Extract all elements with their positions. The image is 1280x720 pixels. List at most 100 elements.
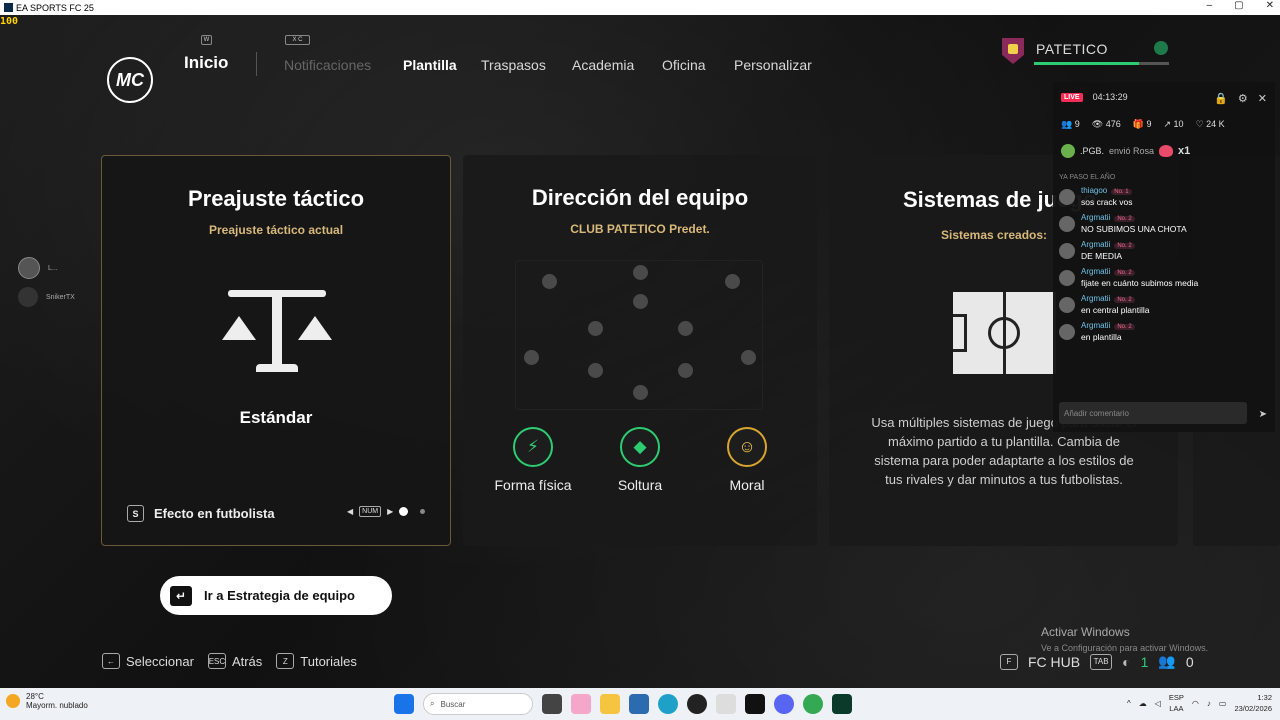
team-management-card[interactable]: Dirección del equipo CLUB PATETICO Prede…	[463, 155, 817, 546]
chat-message: Argmatii No. 2 NO SUBIMOS UNA CHOTA	[1059, 212, 1269, 234]
fc-hub-button[interactable]: FC HUB	[1028, 654, 1080, 670]
comment-input[interactable]: Añadir comentario	[1059, 402, 1247, 424]
club-crest-icon	[1002, 38, 1024, 64]
window-title: EA SPORTS FC 25	[16, 2, 94, 13]
tiktok-live-overlay: LIVE 04:13:29 🔒 ⚙ ✕ 👥 9 👁 476 🎁 9 ↗ 10 ♡…	[1053, 82, 1275, 432]
back-hint[interactable]: ESC Atrás	[207, 653, 262, 669]
friend-item[interactable]: SnikerTX	[18, 287, 75, 307]
friend-name: L...	[48, 264, 58, 272]
friend-name: SnikerTX	[46, 293, 75, 301]
hub-bar: F FC HUB TAB ◐ 1 👥 0	[1000, 653, 1194, 670]
player-effect-button[interactable]: S Efecto en futbolista	[127, 505, 275, 522]
maximize-button[interactable]: ▢	[1234, 0, 1243, 11]
player-dot	[633, 294, 648, 309]
copilot-icon[interactable]	[571, 694, 591, 714]
stat-label: Soltura	[617, 477, 663, 493]
player-dot	[633, 385, 648, 400]
tab-plantilla[interactable]: Plantilla	[403, 57, 457, 73]
nav-key-notificaciones: X C	[285, 35, 310, 45]
weather-icon	[6, 694, 20, 708]
gift-text: envió Rosa	[1109, 146, 1155, 156]
chat-message: Argmatii No. 2 en central plantilla	[1059, 293, 1269, 315]
avatar	[1059, 324, 1075, 340]
tab-oficina[interactable]: Oficina	[662, 57, 706, 73]
search-icon: ⌕	[430, 699, 435, 708]
chevron-left-icon: ◀	[347, 507, 354, 516]
key-hint: S	[127, 505, 144, 522]
speaker-icon[interactable]: ◁	[1155, 699, 1161, 708]
cloud-icon[interactable]: ☁	[1139, 699, 1147, 708]
profile-panel[interactable]: PATETICO	[1002, 35, 1172, 80]
wifi-icon[interactable]: ◠	[1192, 699, 1199, 708]
player-dot	[588, 321, 603, 336]
tab-traspasos[interactable]: Traspasos	[481, 57, 546, 73]
discord-icon[interactable]	[774, 694, 794, 714]
card-title: Dirección del equipo	[531, 185, 749, 210]
stat-label: Forma física	[494, 477, 572, 493]
steam-icon[interactable]	[687, 694, 707, 714]
share-icon: ↗	[1163, 119, 1172, 129]
tactic-preset-card[interactable]: Preajuste táctico Preajuste táctico actu…	[101, 155, 451, 546]
close-button[interactable]: ✕	[1266, 0, 1274, 11]
tutorials-hint[interactable]: Z Tutoriales	[276, 653, 357, 669]
tab-inicio[interactable]: Inicio	[184, 53, 228, 73]
tab-personalizar[interactable]: Personalizar	[734, 57, 812, 73]
tab-notificaciones[interactable]: Notificaciones	[284, 57, 371, 73]
logo: MC	[107, 57, 153, 103]
xp-progress-bar	[1034, 62, 1139, 65]
select-hint[interactable]: ← Seleccionar	[102, 653, 194, 669]
language-indicator[interactable]: ESP LAA	[1169, 692, 1184, 714]
tab-academia[interactable]: Academia	[572, 57, 634, 73]
close-icon[interactable]: ✕	[1258, 92, 1267, 105]
store-icon[interactable]	[629, 694, 649, 714]
app-icon	[4, 3, 13, 12]
effect-label: Efecto en futbolista	[154, 506, 275, 521]
key-hint: Z	[276, 653, 295, 669]
gifts-stat: 🎁 9	[1132, 119, 1152, 129]
gift-user: .PGB.	[1080, 146, 1105, 156]
enter-key-icon: ←	[102, 653, 120, 669]
gear-icon[interactable]: ⚙	[1238, 92, 1248, 105]
chrome-icon[interactable]	[803, 694, 823, 714]
t-app-icon[interactable]	[716, 694, 736, 714]
chevron-up-icon[interactable]: ^	[1127, 699, 1131, 708]
clock[interactable]: 1:32 23/02/2026	[1234, 692, 1272, 714]
avatar	[1059, 270, 1075, 286]
windows-activation-text: Ve a Configuración para activar Windows.	[1041, 643, 1209, 653]
lock-icon[interactable]: 🔒	[1214, 92, 1228, 105]
file-explorer-icon[interactable]	[600, 694, 620, 714]
friends-icon: 👥	[1158, 653, 1176, 669]
controls-bar: ← Seleccionar ESC Atrás Z Tutoriales	[102, 653, 357, 669]
battery-icon[interactable]: ▭	[1219, 699, 1227, 708]
taskbar-search[interactable]: ⌕ Buscar	[423, 693, 533, 715]
fc25-icon[interactable]	[832, 694, 852, 714]
send-icon[interactable]: ➤	[1259, 409, 1267, 420]
friend-item[interactable]: L...	[18, 257, 75, 279]
nav-divider	[256, 52, 257, 76]
window-titlebar: EA SPORTS FC 25 – ▢ ✕	[0, 0, 1280, 15]
card-pager[interactable]: ◀ NUM ▶	[347, 506, 426, 517]
page-dot-active	[399, 507, 409, 516]
live-header: LIVE 04:13:29	[1061, 92, 1128, 102]
weather-widget[interactable]: 28°C Mayorm. nublado	[6, 692, 88, 710]
formation-pitch	[515, 260, 763, 410]
friends-count: 0	[1185, 653, 1194, 670]
windows-start-icon[interactable]	[394, 694, 414, 714]
rose-icon	[1159, 145, 1174, 157]
controller-icon: ◐	[1122, 653, 1131, 670]
task-view-icon[interactable]	[542, 694, 562, 714]
temperature: 28°C	[26, 692, 44, 701]
hint-label: Tutoriales	[300, 653, 357, 669]
system-tray: ^ ☁ ◁ ESP LAA ◠ ♪ ▭ 1:32 23/02/2026	[1127, 692, 1272, 714]
minimize-button[interactable]: –	[1207, 0, 1213, 11]
team-strategy-button[interactable]: ↵ Ir a Estrategia de equipo	[160, 576, 392, 615]
volume-icon[interactable]: ♪	[1207, 699, 1211, 708]
stat-morale: ☺ Moral	[702, 427, 792, 493]
comment-placeholder: Añadir comentario	[1064, 408, 1129, 418]
chat-truncated-line: YA PASO EL AÑO	[1059, 174, 1116, 181]
face-icon: ☺	[727, 427, 767, 467]
stat-sharpness: ◆ Soltura	[595, 427, 685, 493]
tiktok-icon[interactable]	[745, 694, 765, 714]
edge-icon[interactable]	[658, 694, 678, 714]
card-title: Preajuste táctico	[187, 186, 365, 211]
